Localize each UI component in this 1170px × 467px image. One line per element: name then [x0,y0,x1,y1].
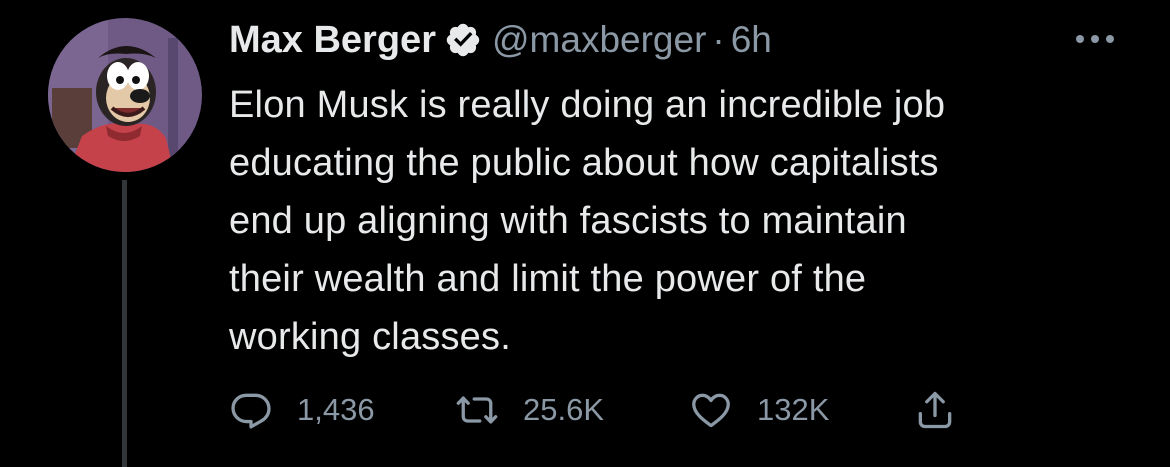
more-horizontal-icon[interactable] [1072,24,1118,54]
retweet-button[interactable]: 25.6K [455,384,604,436]
author-display-name[interactable]: Max Berger [229,19,436,62]
avatar[interactable] [48,18,202,172]
heart-icon [689,388,733,432]
reply-count: 1,436 [297,392,375,427]
separator-dot: · [712,19,725,60]
cartoon-character-avatar-image [48,18,202,172]
verified-badge-icon [444,21,482,59]
reply-icon [229,388,273,432]
share-icon [913,388,957,432]
tweet[interactable]: Max Berger @maxberger · 6h Elon Musk is … [0,0,1170,467]
author-handle[interactable]: @maxberger [492,19,706,61]
like-count: 132K [757,392,830,427]
share-button[interactable] [913,384,957,436]
retweet-count: 25.6K [523,392,605,427]
retweet-icon [455,388,499,432]
tweet-text: Elon Musk is really doing an incredible … [229,84,946,358]
thread-connector-line [122,180,127,467]
reply-button[interactable]: 1,436 [229,384,375,436]
tweet-timestamp[interactable]: 6h [731,19,772,61]
like-button[interactable]: 132K [689,384,829,436]
tweet-header: Max Berger @maxberger · 6h [229,14,772,66]
